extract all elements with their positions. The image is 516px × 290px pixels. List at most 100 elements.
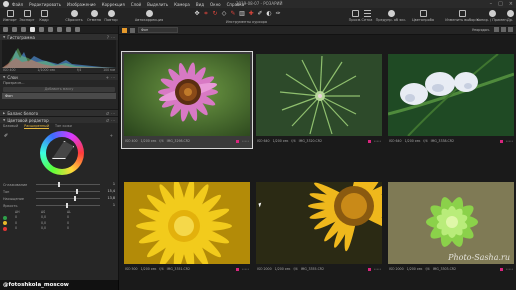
- saturation-slider[interactable]: Насыщение 13,8: [0, 195, 118, 202]
- color-tag[interactable]: [367, 267, 371, 271]
- color-swatch[interactable]: [3, 221, 7, 225]
- thumbnail-item[interactable]: ISO 400 1/200 сек f/4 IMG_3298.CR2 •••••: [121, 51, 253, 149]
- rating-stars[interactable]: •••••: [242, 139, 250, 143]
- white-balance-header[interactable]: ▶ Баланс белого ↺ ⋯: [0, 109, 118, 116]
- menu-adjust[interactable]: Коррекция: [102, 2, 125, 7]
- picker-tool-icon[interactable]: ✐: [257, 11, 263, 17]
- color-swatch[interactable]: [3, 226, 7, 231]
- reset-button[interactable]: Сбросить: [64, 9, 84, 25]
- menu-file[interactable]: Файл: [12, 2, 23, 7]
- color-wheel-area: ✐ +: [0, 129, 118, 181]
- rating-stars[interactable]: •••••: [506, 267, 514, 271]
- menu-layer[interactable]: Слой: [131, 2, 141, 7]
- color-tag[interactable]: [499, 267, 503, 271]
- color-tag[interactable]: [367, 139, 371, 143]
- layers-header[interactable]: ▼ Слои + ⋯: [0, 73, 118, 80]
- redo-button[interactable]: Повтор: [104, 9, 118, 25]
- proofing-button[interactable]: Цветопроба: [410, 9, 436, 25]
- undo-button[interactable]: Отмена: [86, 9, 102, 25]
- heal-tool-icon[interactable]: ✚: [248, 11, 254, 17]
- watermark-site: Photo-Sasha.ru: [448, 253, 510, 262]
- rating-stars[interactable]: •••••: [242, 267, 250, 271]
- slider-knob[interactable]: [58, 182, 60, 187]
- settings-icon[interactable]: [508, 27, 513, 32]
- photo-green-succulent: Photo-Sasha.ru: [388, 182, 514, 264]
- filter-icon[interactable]: [501, 27, 506, 32]
- lens-tab-icon[interactable]: [21, 27, 26, 32]
- color-picker-icon[interactable]: ✐: [4, 133, 8, 139]
- copy-apply-button[interactable]: Копир. / Примен.: [476, 9, 508, 25]
- app-logo-icon: [3, 1, 9, 7]
- autocorrect-button[interactable]: Автокоррекция: [134, 9, 164, 25]
- hue-slider[interactable]: Тон 15,4: [0, 188, 118, 195]
- color-tag[interactable]: [235, 267, 239, 271]
- tab-basic[interactable]: Базовый: [3, 124, 18, 128]
- export-button[interactable]: Экспорт: [19, 9, 35, 25]
- tool-tabs: [0, 26, 118, 33]
- thumbnail-item[interactable]: ISO 500 1/200 сек f/4 IMG_3351.CR2 •••••: [122, 180, 252, 276]
- slider-knob[interactable]: [74, 196, 76, 201]
- close-icon[interactable]: ×: [509, 1, 513, 7]
- tab-advanced[interactable]: Расширенный: [24, 124, 50, 129]
- library-tab-icon[interactable]: [3, 27, 8, 32]
- keystone-tool-icon[interactable]: ◇: [221, 11, 227, 17]
- menu-select[interactable]: Выделить: [147, 2, 168, 7]
- metadata-tab-icon[interactable]: [66, 27, 71, 32]
- menu-window[interactable]: Окно: [210, 2, 221, 7]
- details-tab-icon[interactable]: [48, 27, 53, 32]
- annotate-tool-icon[interactable]: ✑: [275, 11, 281, 17]
- album-select[interactable]: Фон: [138, 27, 178, 33]
- color-tab-icon[interactable]: [30, 27, 35, 32]
- thumbnail-view-icon[interactable]: [122, 27, 127, 33]
- color-editor-header[interactable]: ▼ Цветовой редактор ↺ ⋯: [0, 116, 118, 123]
- smoothness-slider[interactable]: Сглаживание 1: [0, 181, 118, 188]
- wb-tool-icon[interactable]: ◐: [266, 11, 272, 17]
- crop-tool-icon[interactable]: ⌗: [203, 11, 209, 17]
- thumbnail-item[interactable]: ISO 640 1/200 сек f/4 IMG_3338.CR2 •••••: [386, 52, 516, 148]
- viewer-button[interactable]: Просм.: [349, 9, 361, 25]
- tools-panel: ▼ Гистограмма ? ⋯ ISO 400 1/1000 сек f/4 …: [0, 26, 119, 290]
- rating-stars[interactable]: •••••: [506, 139, 514, 143]
- slider-knob[interactable]: [76, 189, 78, 194]
- menu-image[interactable]: Изображение: [67, 2, 96, 7]
- gradient-tool-icon[interactable]: ▥: [239, 11, 245, 17]
- grid-button[interactable]: Сетка: [361, 9, 373, 25]
- more-icon[interactable]: ⋯: [111, 118, 115, 123]
- pan-tool-icon[interactable]: ✥: [194, 11, 200, 17]
- add-mask-button[interactable]: Добавить маску: [3, 87, 115, 92]
- color-swatch[interactable]: [3, 215, 7, 220]
- reset-icon[interactable]: ↺: [106, 118, 109, 123]
- menu-view[interactable]: Вид: [196, 2, 204, 7]
- exposure-tab-icon[interactable]: [39, 27, 44, 32]
- capture-tab-icon[interactable]: [12, 27, 17, 32]
- brush-tool-icon[interactable]: ✎: [230, 11, 236, 17]
- rating-stars[interactable]: •••••: [374, 139, 382, 143]
- add-color-icon[interactable]: +: [110, 133, 113, 138]
- thumbnail-item[interactable]: ISO 640 1/200 сек f/4 IMG_3320.CR2 •••••: [254, 52, 384, 148]
- crop-button[interactable]: Кадр: [38, 9, 50, 25]
- thumbnail-item[interactable]: ISO 2000 1/200 сек f/4 IMG_3355.CR2 ••••…: [254, 180, 384, 276]
- adjust-tab-icon[interactable]: [57, 27, 62, 32]
- minimize-icon[interactable]: –: [490, 1, 493, 7]
- change-selection-button[interactable]: Изменить выбор в: [445, 9, 479, 25]
- thumbnail-item[interactable]: Photo-Sasha.ru ISO 2000 1/200 сек f/4 IM…: [386, 180, 516, 276]
- search-icon[interactable]: [494, 27, 499, 32]
- output-tab-icon[interactable]: [75, 27, 80, 32]
- menu-camera[interactable]: Камера: [174, 2, 190, 7]
- lightness-slider[interactable]: Яркость 1: [0, 202, 118, 209]
- menu-edit[interactable]: Редактировать: [29, 2, 61, 7]
- tab-skin-tone[interactable]: Тон кожи: [55, 124, 72, 128]
- rotate-tool-icon[interactable]: ↻: [212, 11, 218, 17]
- exposure-warning-button[interactable]: Предупр. об экс.: [375, 9, 407, 25]
- glasses-icon: [419, 10, 427, 17]
- import-button[interactable]: Импорт: [3, 9, 17, 25]
- list-view-icon[interactable]: [130, 27, 135, 33]
- sort-dropdown[interactable]: Упорядоч.: [472, 28, 490, 32]
- rating-stars[interactable]: •••••: [374, 267, 382, 271]
- help-button[interactable]: Др.: [505, 9, 515, 25]
- color-tag[interactable]: [235, 139, 239, 143]
- histogram-header[interactable]: ▼ Гистограмма ? ⋯: [0, 33, 118, 40]
- color-tag[interactable]: [499, 139, 503, 143]
- maximize-icon[interactable]: □: [498, 1, 503, 7]
- slider-knob[interactable]: [66, 203, 68, 208]
